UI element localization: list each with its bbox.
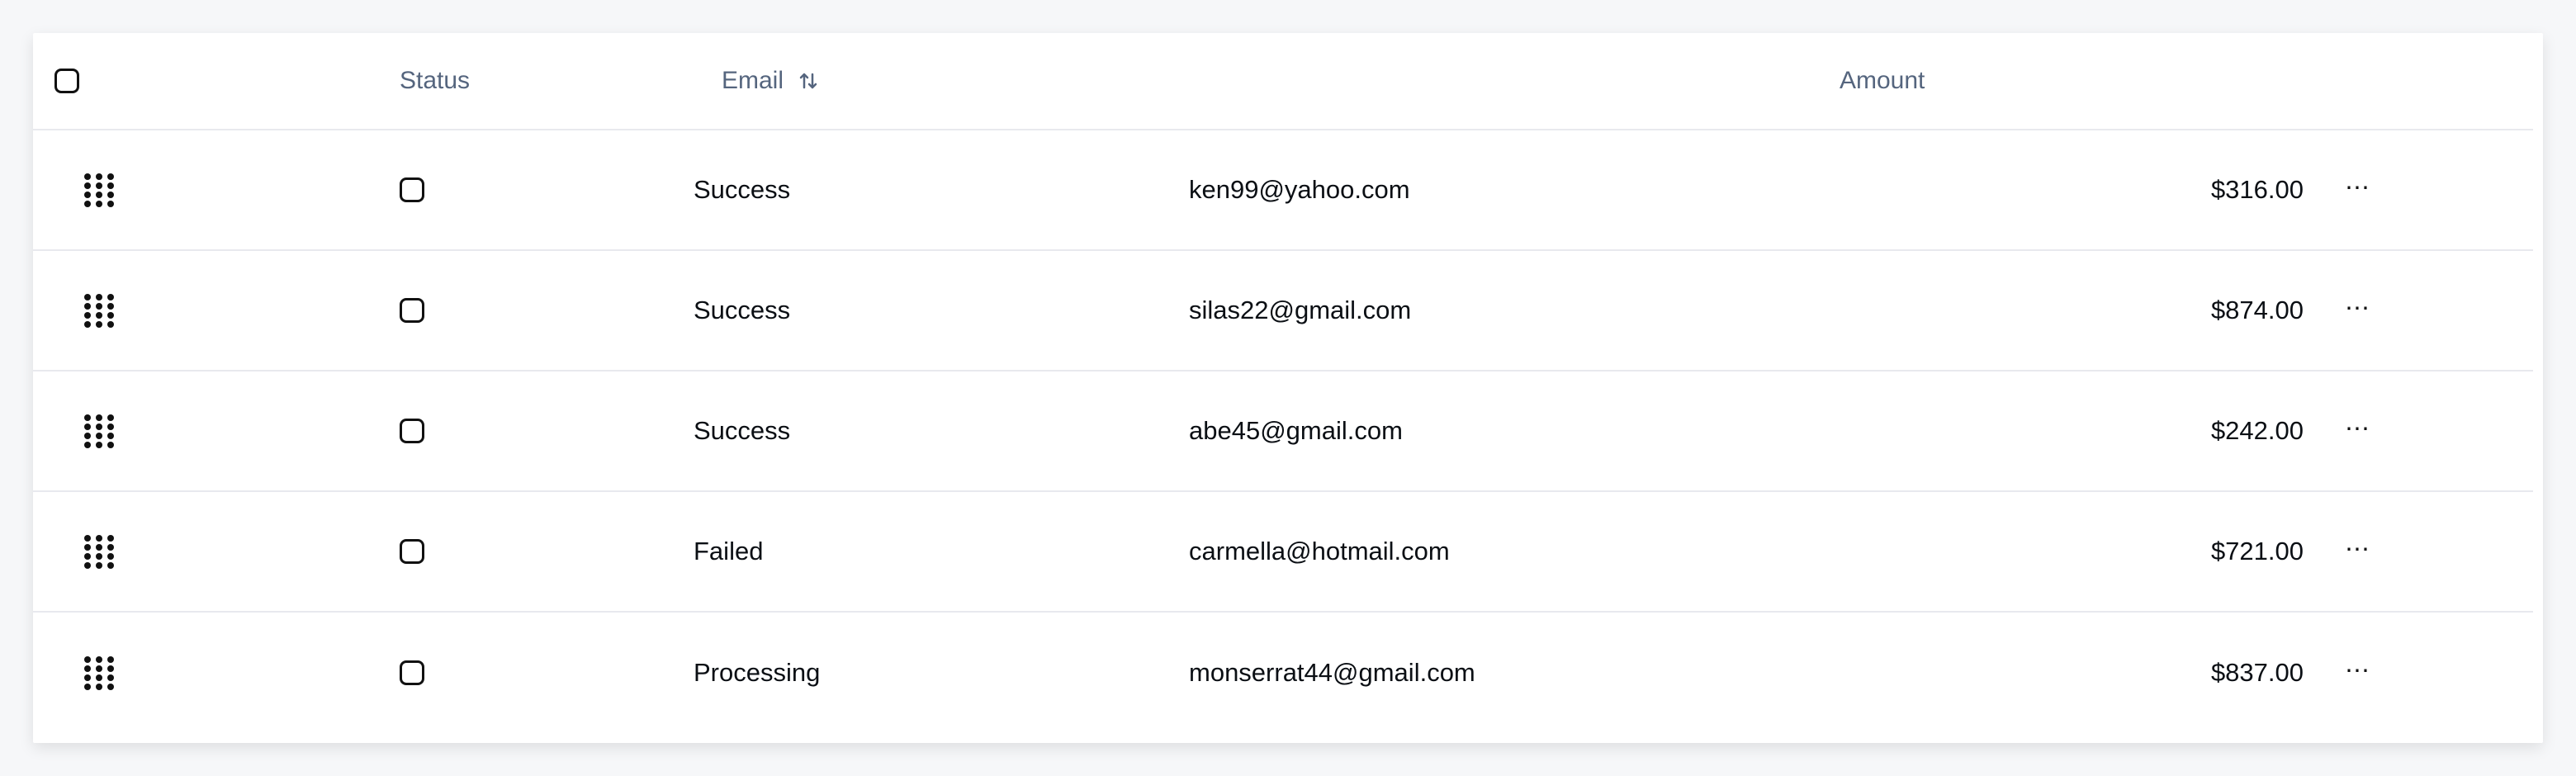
- status-text: Success: [694, 175, 791, 204]
- amount-cell: $874.00: [2163, 251, 2304, 370]
- row-checkbox[interactable]: [400, 298, 424, 323]
- more-horizontal-icon[interactable]: ⋯: [2345, 537, 2370, 562]
- email-cell: carmella@hotmail.com: [1189, 492, 1450, 611]
- drag-handle-icon[interactable]: [84, 534, 114, 569]
- status-text: Processing: [694, 658, 821, 687]
- row-checkbox[interactable]: [400, 177, 424, 202]
- more-horizontal-icon[interactable]: ⋯: [2345, 296, 2370, 321]
- drag-cell: [84, 613, 114, 733]
- sort-arrows-icon[interactable]: [797, 69, 820, 92]
- amount-cell: $837.00: [2163, 613, 2304, 733]
- table-row: Success abe45@gmail.com $242.00 ⋯: [33, 371, 2533, 492]
- amount-text: $721.00: [2210, 537, 2304, 565]
- row-checkbox-cell: [400, 251, 424, 370]
- table-header-row: Status Email Amount: [33, 33, 2533, 130]
- status-cell: Failed: [694, 492, 763, 611]
- status-text: Success: [694, 296, 791, 324]
- amount-cell: $242.00: [2163, 371, 2304, 490]
- status-cell: Success: [694, 130, 790, 249]
- drag-cell: [84, 130, 114, 249]
- data-table-card: Status Email Amount Success ken99@yahoo.…: [33, 33, 2543, 743]
- more-horizontal-icon[interactable]: ⋯: [2345, 417, 2370, 442]
- email-header-label: Email: [722, 67, 784, 94]
- row-checkbox[interactable]: [400, 419, 424, 443]
- email-text: monserrat44@gmail.com: [1189, 658, 1475, 687]
- row-checkbox-cell: [400, 492, 424, 611]
- email-cell: abe45@gmail.com: [1189, 371, 1403, 490]
- status-cell: Processing: [694, 613, 820, 733]
- row-actions-cell: ⋯: [2345, 371, 2370, 490]
- drag-handle-icon[interactable]: [84, 414, 114, 448]
- status-text: Failed: [694, 537, 764, 565]
- table-row: Success silas22@gmail.com $874.00 ⋯: [33, 251, 2533, 371]
- row-actions-cell: ⋯: [2345, 492, 2370, 611]
- row-checkbox[interactable]: [400, 539, 424, 564]
- row-actions-cell: ⋯: [2345, 251, 2370, 370]
- amount-header-label: Amount: [1840, 67, 1925, 94]
- amount-text: $874.00: [2210, 296, 2304, 324]
- select-all-checkbox[interactable]: [54, 69, 79, 93]
- row-checkbox[interactable]: [400, 660, 424, 685]
- more-horizontal-icon[interactable]: ⋯: [2345, 176, 2370, 201]
- more-horizontal-icon[interactable]: ⋯: [2345, 659, 2370, 684]
- amount-cell: $721.00: [2163, 492, 2304, 611]
- amount-text: $837.00: [2210, 658, 2304, 687]
- status-cell: Success: [694, 371, 790, 490]
- email-cell: silas22@gmail.com: [1189, 251, 1411, 370]
- drag-handle-icon[interactable]: [84, 293, 114, 328]
- table-row: Processing monserrat44@gmail.com $837.00…: [33, 613, 2533, 733]
- row-checkbox-cell: [400, 371, 424, 490]
- email-cell: monserrat44@gmail.com: [1189, 613, 1475, 733]
- amount-header: Amount: [1840, 33, 1925, 129]
- email-header[interactable]: Email: [722, 33, 820, 129]
- row-actions-cell: ⋯: [2345, 130, 2370, 249]
- row-checkbox-cell: [400, 130, 424, 249]
- email-text: ken99@yahoo.com: [1189, 175, 1410, 204]
- amount-text: $316.00: [2210, 175, 2304, 204]
- status-cell: Success: [694, 251, 790, 370]
- amount-text: $242.00: [2210, 416, 2304, 445]
- email-text: silas22@gmail.com: [1189, 296, 1412, 324]
- status-header-label: Status: [400, 67, 471, 94]
- status-header[interactable]: Status: [400, 33, 470, 129]
- select-all-cell: [54, 33, 79, 129]
- drag-cell: [84, 251, 114, 370]
- email-text: abe45@gmail.com: [1189, 416, 1403, 445]
- email-text: carmella@hotmail.com: [1189, 537, 1450, 565]
- email-cell: ken99@yahoo.com: [1189, 130, 1410, 249]
- drag-cell: [84, 371, 114, 490]
- drag-cell: [84, 492, 114, 611]
- status-text: Success: [694, 416, 791, 445]
- table-row: Failed carmella@hotmail.com $721.00 ⋯: [33, 492, 2533, 613]
- table-row: Success ken99@yahoo.com $316.00 ⋯: [33, 130, 2533, 251]
- amount-cell: $316.00: [2163, 130, 2304, 249]
- drag-handle-icon[interactable]: [84, 173, 114, 207]
- data-table: Status Email Amount Success ken99@yahoo.…: [33, 33, 2533, 743]
- row-checkbox-cell: [400, 613, 424, 733]
- row-actions-cell: ⋯: [2345, 613, 2370, 733]
- drag-handle-icon[interactable]: [84, 655, 114, 690]
